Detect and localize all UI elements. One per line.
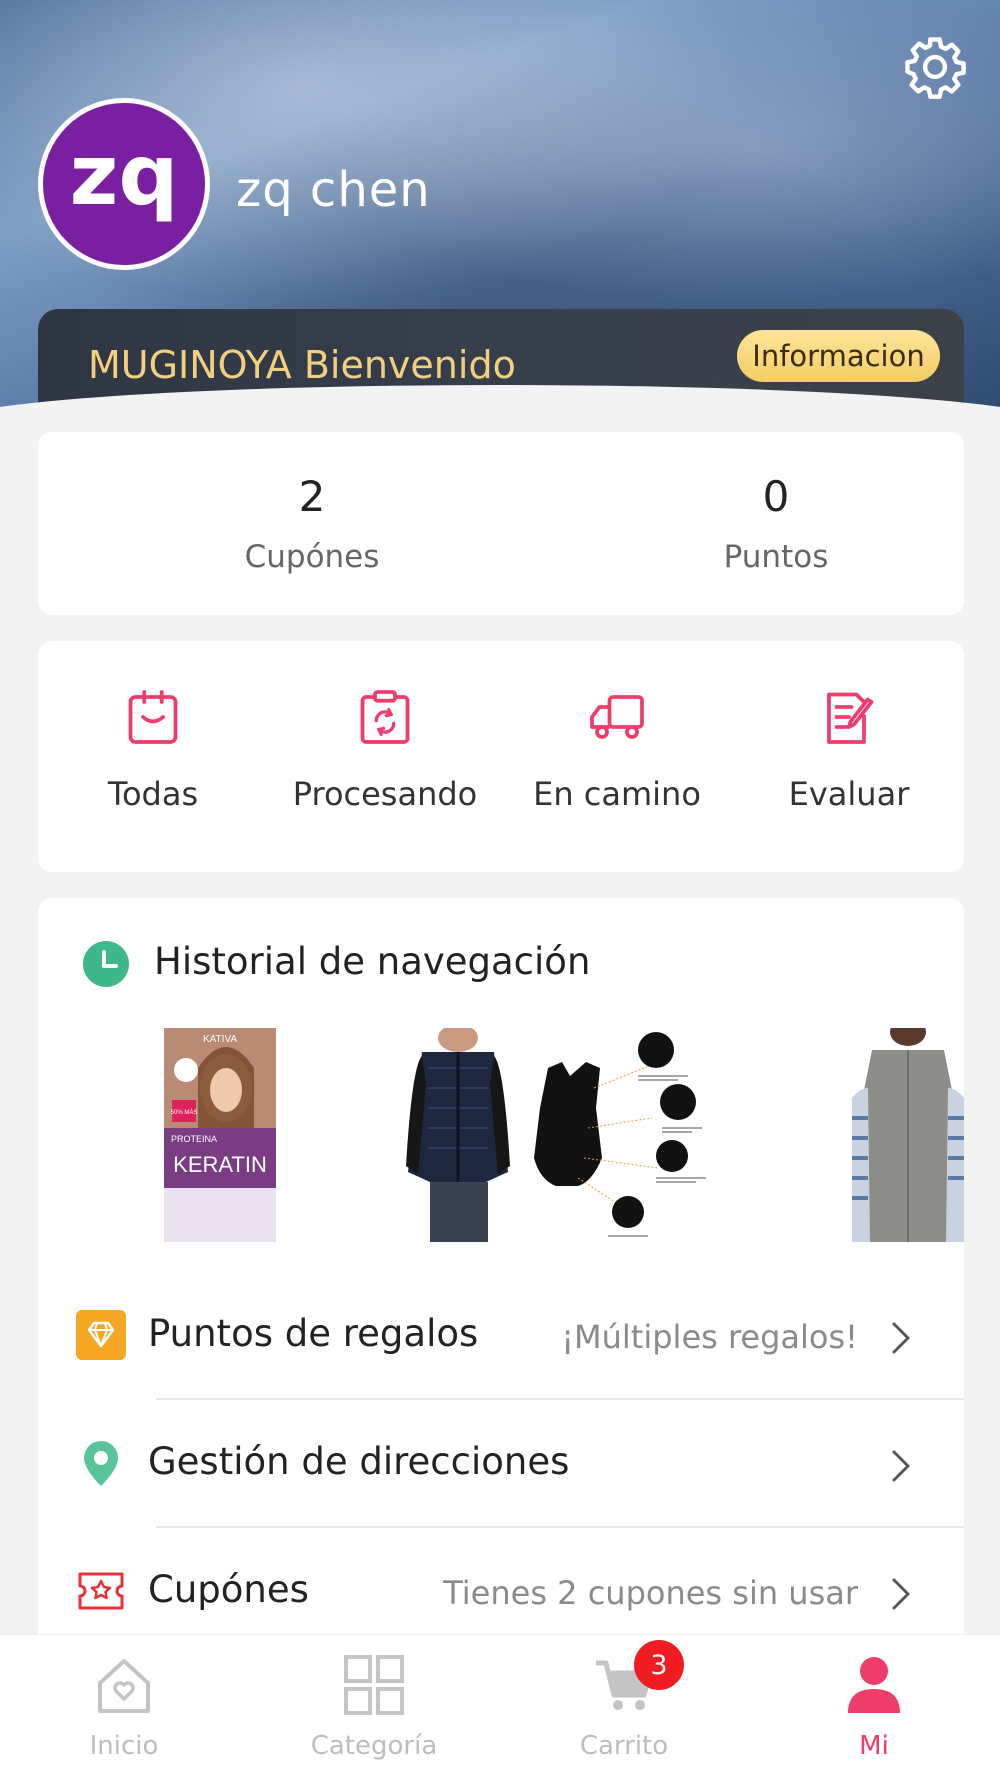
bottom-tab-bar: Inicio Categoría Carrito Mi [0, 1634, 1000, 1778]
stat-points-value: 0 [762, 472, 790, 521]
history-title: Historial de navegación [154, 940, 591, 983]
user-icon [848, 1657, 900, 1713]
stat-points[interactable]: 0 Puntos [626, 472, 926, 575]
menu-coupons-title: Cupónes [148, 1568, 309, 1611]
gift-diamond-icon [76, 1310, 126, 1360]
history-item-keratin[interactable]: KATIVA 50% MÁS PROTEINA KERATIN [164, 1028, 276, 1242]
order-evaluate-label: Evaluar [788, 775, 910, 813]
thumb-brand: KATIVA [203, 1034, 237, 1045]
chevron-right-icon [892, 1322, 910, 1354]
tab-cart[interactable]: Carrito [524, 1653, 724, 1761]
truck-icon [590, 695, 644, 739]
chevron-right-icon [892, 1450, 910, 1482]
order-processing[interactable]: Procesando [275, 687, 495, 813]
tab-me[interactable]: Mi [774, 1653, 974, 1761]
home-icon [98, 1659, 150, 1713]
history-item-compression-vest[interactable] [528, 1028, 708, 1242]
stats-card: 2 Cupónes 0 Puntos [38, 432, 964, 615]
history-item-fleece-vest[interactable] [852, 1028, 964, 1242]
history-thumbnails: KATIVA 50% MÁS PROTEINA KERATIN [126, 1028, 964, 1242]
menu-coupons-hint: Tienes 2 cupones sin usar [443, 1574, 858, 1612]
menu-addresses[interactable]: Gestión de direcciones [38, 1400, 964, 1528]
category-grid-icon [344, 1655, 404, 1715]
menu-gift-points-title: Puntos de regalos [148, 1312, 479, 1355]
stat-coupons-value: 2 [298, 472, 326, 521]
clipboard-refresh-icon [360, 690, 410, 744]
menu-gift-points-hint: ¡Múltiples regalos! [561, 1318, 858, 1356]
thumb-line1: PROTEINA [171, 1134, 217, 1144]
tab-category-label: Categoría [310, 1731, 438, 1761]
avatar-initials: zq [69, 126, 179, 224]
stat-coupons-label: Cupónes [244, 539, 380, 575]
order-all-label: Todas [107, 775, 199, 813]
welcome-text: MUGINOYA Bienvenido [88, 343, 516, 387]
history-card: Historial de navegación KATIVA 50% MÁS P… [38, 898, 964, 1638]
order-evaluate[interactable]: Evaluar [739, 687, 959, 813]
settings-gear-icon[interactable] [902, 34, 968, 100]
profile-header: zq zq chen MUGINOYA Bienvenido Informaci… [0, 0, 1000, 425]
stat-points-label: Puntos [723, 539, 829, 575]
clock-icon [83, 941, 129, 987]
tab-home[interactable]: Inicio [24, 1653, 224, 1761]
order-shipping-label: En camino [533, 775, 701, 813]
tab-home-label: Inicio [89, 1731, 159, 1761]
order-processing-label: Procesando [292, 775, 478, 813]
thumb-line2: KERATIN [173, 1152, 267, 1177]
clipboard-smile-icon [128, 690, 178, 744]
coupon-icon [78, 1572, 124, 1610]
edit-document-icon [827, 692, 874, 744]
username: zq chen [236, 162, 431, 218]
tab-cart-label: Carrito [579, 1731, 669, 1761]
tab-category[interactable]: Categoría [274, 1653, 474, 1761]
chevron-right-icon [892, 1578, 910, 1610]
avatar[interactable]: zq [38, 98, 210, 270]
location-pin-icon [84, 1441, 118, 1486]
cart-badge: 3 [634, 1640, 684, 1690]
stat-coupons[interactable]: 2 Cupónes [162, 472, 462, 575]
info-button[interactable]: Informacion [737, 330, 940, 382]
order-shipping[interactable]: En camino [507, 687, 727, 813]
thumb-badge: 50% MÁS [171, 1109, 198, 1116]
history-item-navy-vest[interactable] [392, 1028, 524, 1242]
tab-me-label: Mi [859, 1731, 889, 1761]
menu-gift-points[interactable]: Puntos de regalos ¡Múltiples regalos! [38, 1272, 964, 1400]
orders-card: Todas Procesando En camino Evaluar [38, 641, 964, 872]
menu-addresses-title: Gestión de direcciones [148, 1440, 570, 1483]
order-all[interactable]: Todas [43, 687, 263, 813]
